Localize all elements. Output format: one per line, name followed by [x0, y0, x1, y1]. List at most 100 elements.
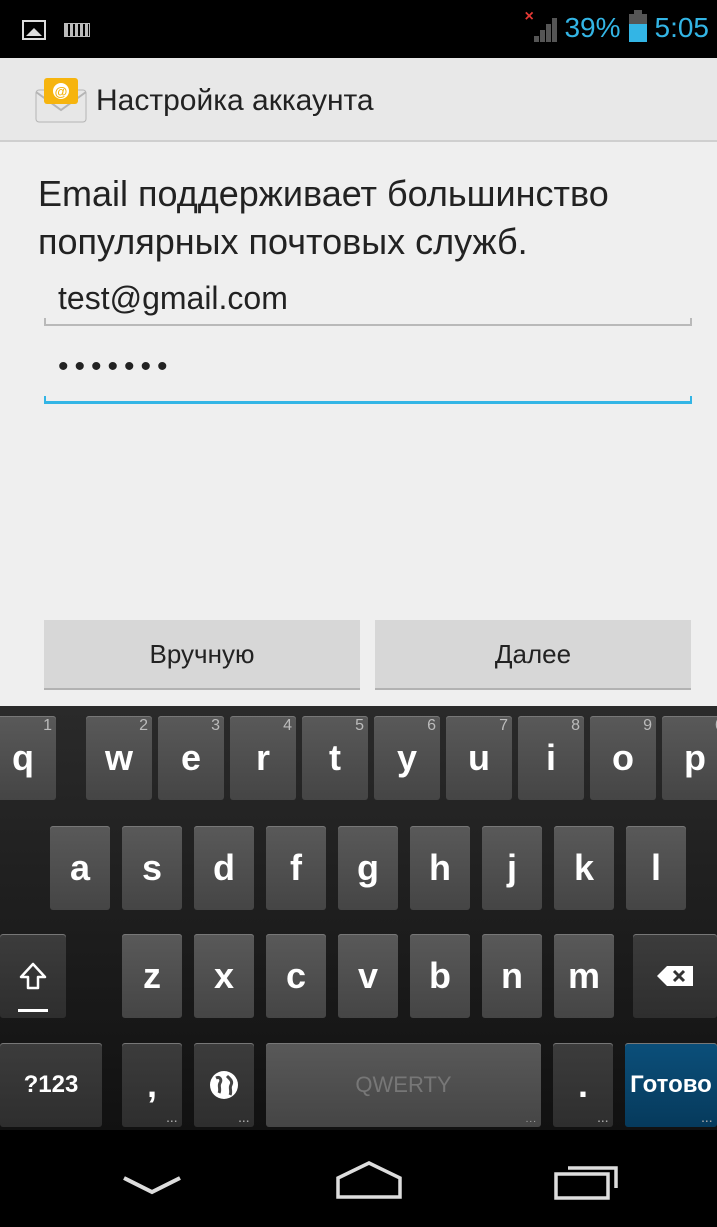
key-j-label: j [506, 847, 517, 888]
key-q-label: q [12, 737, 34, 778]
key-z[interactable]: z [122, 934, 182, 1018]
password-value: ••••••• [58, 350, 174, 383]
key-s[interactable]: s [122, 826, 182, 910]
key-x-label: x [213, 955, 235, 996]
soft-keyboard: ?123 , ... ... QWERTY ... . ... Готово .… [0, 706, 717, 1130]
language-key[interactable]: ... [194, 1043, 254, 1127]
key-u-hint: 7 [499, 717, 508, 734]
key-h-label: h [429, 847, 451, 888]
key-c[interactable]: c [266, 934, 326, 1018]
key-b[interactable]: b [410, 934, 470, 1018]
key-r[interactable]: r4 [230, 716, 296, 800]
backspace-key[interactable] [633, 934, 717, 1018]
key-l[interactable]: l [626, 826, 686, 910]
period-key[interactable]: . ... [553, 1043, 613, 1127]
status-bar: × 39% 5:05 [0, 0, 717, 58]
key-e-hint: 3 [211, 717, 220, 734]
key-k[interactable]: k [554, 826, 614, 910]
key-y-label: y [396, 737, 418, 778]
email-app-icon: @ [35, 78, 87, 123]
key-e-label: e [180, 737, 202, 778]
email-underline [44, 318, 692, 326]
key-v-label: v [357, 955, 379, 996]
key-y-hint: 6 [427, 717, 436, 734]
globe-icon [210, 1071, 238, 1099]
space-key[interactable]: QWERTY ... [266, 1043, 541, 1127]
key-w[interactable]: w2 [86, 716, 152, 800]
action-bar: @ Настройка аккаунта [0, 58, 717, 142]
symbols-key[interactable]: ?123 [0, 1043, 102, 1127]
key-p[interactable]: p0 [662, 716, 717, 800]
key-g[interactable]: g [338, 826, 398, 910]
comma-key[interactable]: , ... [122, 1043, 182, 1127]
key-t-hint: 5 [355, 717, 364, 734]
key-m[interactable]: m [554, 934, 614, 1018]
key-f[interactable]: f [266, 826, 326, 910]
page-title: Настройка аккаунта [96, 84, 374, 117]
navigation-bar [0, 1130, 717, 1227]
battery-percent: 39% [564, 12, 621, 43]
key-o-label: o [612, 737, 634, 778]
key-n[interactable]: n [482, 934, 542, 1018]
email-field[interactable]: test@gmail.com [44, 280, 692, 326]
key-c-label: c [285, 955, 307, 996]
gallery-icon [22, 20, 46, 40]
email-value: test@gmail.com [58, 280, 288, 316]
key-w-hint: 2 [139, 717, 148, 734]
home-icon[interactable] [334, 1160, 404, 1200]
key-g-label: g [357, 847, 379, 888]
key-a-label: a [69, 847, 91, 888]
key-l-label: l [650, 847, 661, 888]
key-v[interactable]: v [338, 934, 398, 1018]
key-k-label: k [573, 847, 595, 888]
key-t[interactable]: t5 [302, 716, 368, 800]
key-n-label: n [501, 955, 523, 996]
recents-icon[interactable] [552, 1158, 622, 1202]
done-label: Готово [630, 1071, 712, 1098]
password-field[interactable]: ••••••• [44, 350, 692, 404]
key-s-label: s [141, 847, 163, 888]
key-t-label: t [329, 737, 341, 778]
key-p-label: p [684, 737, 706, 778]
password-underline [44, 396, 692, 404]
key-q-hint: 1 [43, 717, 52, 734]
shift-icon [19, 962, 47, 990]
key-r-label: r [255, 737, 270, 778]
key-f-label: f [290, 847, 302, 888]
manual-setup-button[interactable]: Вручную [44, 620, 360, 690]
intro-text: Email поддерживает большинство популярны… [38, 173, 609, 262]
comma-label: , [146, 1064, 157, 1105]
key-i-label: i [545, 737, 556, 778]
key-o[interactable]: o9 [590, 716, 656, 800]
key-u[interactable]: u7 [446, 716, 512, 800]
done-key[interactable]: Готово ... [625, 1043, 717, 1127]
key-d[interactable]: d [194, 826, 254, 910]
key-w-label: w [104, 737, 133, 778]
svg-text:@: @ [55, 84, 68, 99]
key-j[interactable]: j [482, 826, 542, 910]
key-i[interactable]: i8 [518, 716, 584, 800]
key-e[interactable]: e3 [158, 716, 224, 800]
key-d-label: d [213, 847, 235, 888]
key-r-hint: 4 [283, 717, 292, 734]
shift-key[interactable] [0, 934, 66, 1018]
key-b-label: b [429, 955, 451, 996]
key-u-label: u [468, 737, 490, 778]
key-m-label: m [567, 955, 600, 996]
key-h[interactable]: h [410, 826, 470, 910]
key-q[interactable]: q1 [0, 716, 56, 800]
key-a[interactable]: a [50, 826, 110, 910]
no-signal-icon: × [524, 8, 558, 44]
back-icon[interactable] [120, 1174, 184, 1198]
key-z-label: z [143, 955, 161, 996]
space-label: QWERTY [355, 1072, 452, 1097]
account-setup-screen: @ Настройка аккаунта Email поддерживает … [0, 58, 717, 706]
next-button[interactable]: Далее [375, 620, 691, 690]
key-y[interactable]: y6 [374, 716, 440, 800]
key-o-hint: 9 [643, 717, 652, 734]
period-label: . [577, 1064, 588, 1105]
keyboard-icon [64, 23, 90, 37]
key-x[interactable]: x [194, 934, 254, 1018]
key-i-hint: 8 [571, 717, 580, 734]
clock: 5:05 [654, 12, 710, 43]
